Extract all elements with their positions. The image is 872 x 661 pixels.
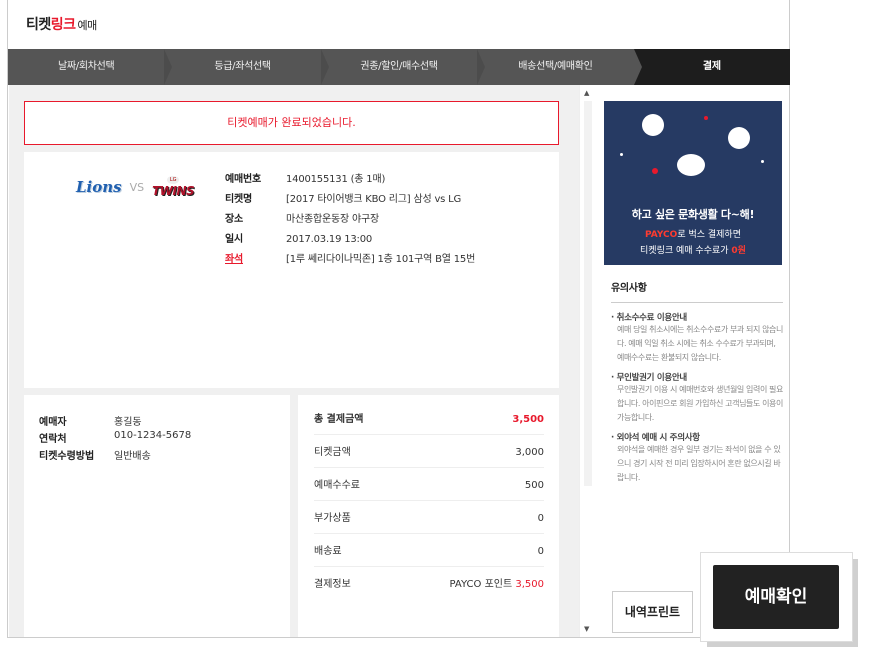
ticket-info-box: Lions VS LG TWINS 예매번호 1400155131 (총 1매) … [24,152,559,388]
ticket-name-value: [2017 타이어뱅크 KBO 리그] 삼성 vs LG [286,194,462,205]
payment-method-label: 결제정보 [314,579,351,590]
ticket-price-label: 티켓금액 [314,447,351,458]
buyer-info-box: 예매자 홍길동 연락처 010-1234-5678 티켓수령방법 일반배송 [24,395,290,637]
notice-item: · 무인발권기 이용안내 무인발권기 이용 시 예매번호와 생년월일 입력이 필… [611,371,783,425]
decor-dot-icon [761,160,764,163]
banner-line2: PAYCO로 벅스 결제하면 [604,227,782,240]
decor-dot-icon [652,168,658,174]
scroll-down-arrow-icon[interactable]: ▼ [584,625,589,633]
booking-complete-alert: 티켓예매가 완료되었습니다. [24,101,559,145]
notice-item-desc: 무인발권기 이용 시 예매번호와 생년월일 입력이 필요합니다. 아이핀으로 회… [617,385,783,422]
scroll-thumb[interactable] [584,101,592,486]
notice-item-title: · 외야석 예매 시 주의사항 [611,433,700,443]
ticket-details: 예매번호 1400155131 (총 1매) 티켓명 [2017 타이어뱅크 KBO… [225,170,475,270]
ticket-row: 일시 2017.03.19 13:00 [225,230,475,250]
step-date-select: 날짜/회차선택 [8,49,173,85]
booking-number-value: 1400155131 (총 1매) [286,174,386,185]
payment-row: 예매수수료 500 [314,471,544,501]
notice-item-title: · 취소수수료 이용안내 [611,313,687,323]
payment-row: 티켓금액 3,000 [314,438,544,468]
payment-method-amount: 3,500 [515,579,544,590]
datetime-value: 2017.03.19 13:00 [286,234,373,245]
baseball-icon [642,114,664,136]
total-value: 3,500 [512,414,544,425]
step-delivery-confirm: 배송선택/예매확인 [477,49,643,85]
payco-promo-banner[interactable]: 하고 싶은 문화생활 다~해! PAYCO로 벅스 결제하면 티켓링크 예매 수… [604,101,782,265]
receipt-method-label: 티켓수령방법 [39,451,95,462]
buyer-row: 티켓수령방법 일반배송 [39,447,151,462]
payment-total-row: 총 결제금액 3,500 [314,405,544,435]
booking-result-pane: 티켓예매가 완료되었습니다. Lions VS LG TWINS 예매번호 140… [9,85,579,637]
logo-text-booking: 예매 [77,19,98,32]
buyer-name-label: 예매자 [39,417,67,428]
buyer-row: 연락처 010-1234-5678 [39,430,191,445]
notice-item-desc: 예매 당일 취소시에는 취소수수료가 부과 되지 않습니다. 예매 익일 취소 … [617,325,783,362]
booking-number-label: 예매번호 [225,174,261,185]
ticket-row: 좌석 [1루 쎄리다이나믹존] 1층 101구역 B열 15번 [225,250,475,270]
banner-line3-prefix: 티켓링크 예매 수수료가 [640,246,732,256]
venue-label: 장소 [225,214,243,225]
step-seat-select: 등급/좌석선택 [164,49,330,85]
team-logos: Lions VS LG TWINS [76,176,195,198]
notice-item: · 취소수수료 이용안내 예매 당일 취소시에는 취소수수료가 부과 되지 않습… [611,311,783,365]
ticket-row: 장소 마산종합운동장 야구장 [225,210,475,230]
delivery-fee-value: 0 [537,546,544,557]
ticket-name-label: 티켓명 [225,194,252,205]
banner-line2-rest: 로 벅스 결제하면 [677,230,741,240]
seat-value: [1루 쎄리다이나믹존] 1층 101구역 B열 15번 [286,254,476,265]
payco-brand-text: PAYCO [644,230,678,240]
banner-zero-fee: 0원 [731,246,746,256]
ticket-price-value: 3,000 [515,447,544,458]
banner-headline: 하고 싶은 문화생활 다~해! [631,208,755,221]
payment-method-row: 결제정보 PAYCO 포인트 3,500 [314,570,544,600]
buyer-name-value: 홍길동 [114,417,142,428]
receipt-method-value: 일반배송 [114,451,151,462]
logo-text-ticket: 티켓 [26,17,51,33]
addon-label: 부가상품 [314,513,351,524]
total-label: 총 결제금액 [314,414,364,425]
notice-section: 유의사항 · 취소수수료 이용안내 예매 당일 취소시에는 취소수수료가 부과 … [611,279,783,491]
venue-value: 마산종합운동장 야구장 [286,214,379,225]
ticket-row: 티켓명 [2017 타이어뱅크 KBO 리그] 삼성 vs LG [225,190,475,210]
notice-item: · 외야석 예매 시 주의사항 외야석을 예매한 경우 일부 경기는 좌석이 없… [611,431,783,485]
mask-icon [677,154,705,176]
seat-link[interactable]: 좌석 [225,250,286,270]
twins-logo: LG TWINS [152,176,195,198]
booking-confirm-button[interactable]: 예매확인 [713,565,839,629]
booking-fee-label: 예매수수료 [314,480,360,491]
decor-dot-icon [704,116,708,120]
notice-item-desc: 외야석을 예매한 경우 일부 경기는 좌석이 없을 수 있으니 경기 시작 전 … [617,445,781,482]
step-ticket-type-select: 권종/할인/매수선택 [321,49,486,85]
payment-summary-box: 총 결제금액 3,500 티켓금액 3,000 예매수수료 500 부가상품 0 배송료… [298,395,559,637]
payment-row: 배송료 0 [314,537,544,567]
booking-steps: 날짜/회차선택 등급/좌석선택 권종/할인/매수선택 배송선택/예매확인 결제 [8,49,791,85]
decor-dot-icon [620,153,623,156]
datetime-label: 일시 [225,234,243,245]
notice-title: 유의사항 [611,279,783,303]
buyer-phone-value: 010-1234-5678 [114,430,192,441]
payment-method-name: PAYCO 포인트 [449,579,513,590]
payment-row: 부가상품 0 [314,504,544,534]
logo-text-link: 링크 [50,17,76,33]
scrollbar[interactable]: ▲ ▼ [579,85,595,637]
microphone-icon [728,127,750,149]
payment-method-value: PAYCO 포인트 3,500 [450,570,544,600]
ticket-row: 예매번호 1400155131 (총 1매) [225,170,475,190]
buyer-phone-label: 연락처 [39,434,67,445]
addon-value: 0 [537,513,544,524]
twins-wordmark: TWINS [152,184,195,198]
step-payment: 결제 [633,49,791,85]
lg-emblem: LG [167,176,180,184]
notice-item-title: · 무인발권기 이용안내 [611,373,687,383]
delivery-fee-label: 배송료 [314,546,342,557]
vs-label: VS [129,180,145,194]
ticketlink-logo: 티켓링크 예매 [26,14,97,34]
scroll-up-arrow-icon[interactable]: ▲ [584,89,589,97]
buyer-row: 예매자 홍길동 [39,413,142,428]
lions-logo: Lions [76,178,122,196]
banner-line3: 티켓링크 예매 수수료가 0원 [604,243,782,256]
print-history-button[interactable]: 내역프린트 [612,591,693,633]
booking-fee-value: 500 [524,480,544,491]
